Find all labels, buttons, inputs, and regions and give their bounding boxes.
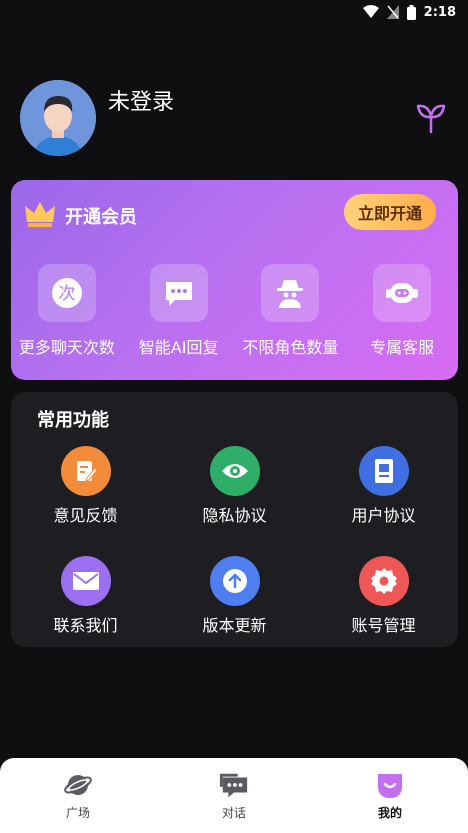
crown-icon — [25, 200, 55, 228]
perk-ai-reply[interactable]: 智能AI回复 — [123, 264, 235, 364]
vip-perks: 次 更多聊天次数 智能AI回复 不限角色数量 专属客服 — [11, 264, 458, 364]
function-label: 联系我们 — [53, 616, 118, 635]
function-label: 版本更新 — [202, 616, 267, 635]
common-functions-card: 常用功能 意见反馈 隐私协议 用户协议 联系我们 版本更新 账号管理 — [11, 392, 458, 647]
function-label: 用户协议 — [351, 506, 416, 525]
version-update-button[interactable]: 版本更新 — [160, 556, 309, 636]
functions-grid: 意见反馈 隐私协议 用户协议 联系我们 版本更新 账号管理 — [11, 446, 458, 636]
perk-chat-count[interactable]: 次 更多聊天次数 — [11, 264, 123, 364]
tab-mine[interactable]: 我的 — [312, 758, 468, 833]
perk-label: 更多聊天次数 — [18, 338, 115, 357]
signal-off-icon — [386, 5, 399, 19]
profile-header: 未登录 — [20, 80, 448, 160]
account-management-button[interactable]: 账号管理 — [309, 556, 458, 636]
planet-icon — [63, 770, 93, 800]
bottom-tab-bar: 广场 对话 我的 — [0, 758, 468, 833]
svg-text:次: 次 — [58, 284, 75, 304]
tab-label: 广场 — [65, 806, 90, 820]
login-status[interactable]: 未登录 — [108, 84, 174, 116]
settings-icon — [358, 556, 409, 606]
status-time: 2:18 — [423, 4, 456, 20]
privacy-policy-button[interactable]: 隐私协议 — [160, 446, 309, 526]
vip-title: 开通会员 — [65, 207, 137, 228]
battery-icon — [406, 4, 416, 20]
count-icon: 次 — [37, 264, 96, 322]
eye-icon — [209, 446, 260, 496]
chat-dots-icon — [149, 264, 208, 322]
sprout-icon[interactable] — [414, 100, 448, 134]
avatar-icon[interactable] — [20, 80, 96, 156]
perk-label: 专属客服 — [370, 338, 435, 357]
mail-icon — [60, 556, 111, 606]
function-label: 账号管理 — [351, 616, 416, 635]
upload-icon — [209, 556, 260, 606]
robot-icon — [373, 264, 432, 322]
wifi-icon — [362, 5, 379, 19]
tab-label: 对话 — [221, 806, 246, 820]
feedback-icon — [60, 446, 111, 496]
tab-chat[interactable]: 对话 — [156, 758, 312, 833]
tab-label: 我的 — [377, 806, 402, 820]
function-label: 意见反馈 — [53, 506, 118, 525]
open-vip-button[interactable]: 立即开通 — [344, 194, 436, 230]
vip-header: 开通会员 立即开通 — [25, 194, 436, 234]
function-label: 隐私协议 — [202, 506, 267, 525]
section-title: 常用功能 — [37, 410, 109, 431]
spy-icon — [261, 264, 320, 322]
user-agreement-button[interactable]: 用户协议 — [309, 446, 458, 526]
contact-us-button[interactable]: 联系我们 — [11, 556, 160, 636]
document-icon — [358, 446, 409, 496]
vip-card: 开通会员 立即开通 次 更多聊天次数 智能AI回复 不限角色数量 专属客服 — [11, 180, 458, 380]
perk-customer-service[interactable]: 专属客服 — [346, 264, 458, 364]
feedback-button[interactable]: 意见反馈 — [11, 446, 160, 526]
profile-tab-icon — [375, 770, 405, 800]
status-bar: 2:18 — [0, 0, 468, 24]
perk-label: 不限角色数量 — [242, 338, 339, 357]
tab-square[interactable]: 广场 — [0, 758, 156, 833]
perk-label: 智能AI回复 — [138, 338, 219, 357]
perk-unlimited-roles[interactable]: 不限角色数量 — [235, 264, 347, 364]
chat-icon — [219, 770, 249, 800]
